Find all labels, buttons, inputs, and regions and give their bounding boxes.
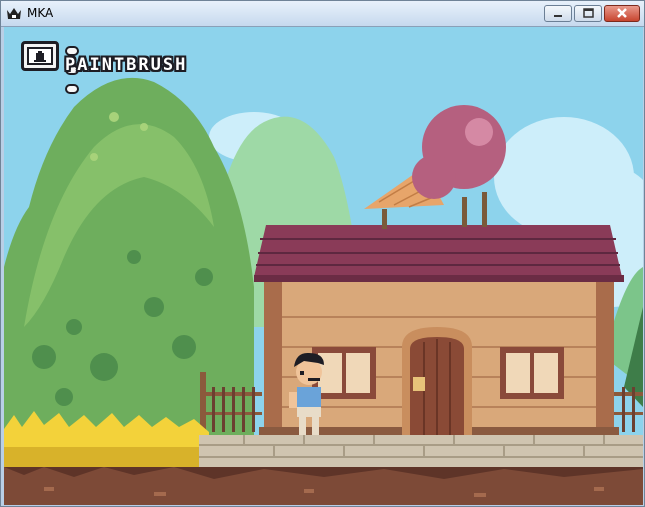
crown-icon [7, 8, 21, 19]
close-icon [617, 8, 627, 18]
game-scene [4, 27, 643, 505]
charge-dot [65, 84, 79, 94]
title-bar[interactable]: MKA [1, 1, 644, 27]
minimize-icon [554, 15, 562, 17]
close-button[interactable] [604, 5, 640, 22]
current-tool-frame[interactable] [21, 41, 59, 71]
game-viewport[interactable]: PAINTBRUSH [4, 27, 643, 505]
shop-door[interactable] [402, 327, 472, 437]
stone-path [199, 435, 643, 469]
soil [4, 467, 643, 505]
window-title: MKA [27, 6, 54, 20]
maximize-button[interactable] [574, 5, 602, 22]
paint-bucket-icon [27, 47, 53, 65]
window-right [500, 347, 564, 399]
maximize-icon [583, 8, 594, 18]
game-window: MKA PAINTBRUSH [0, 0, 645, 507]
minimize-button[interactable] [544, 5, 572, 22]
tool-name: PAINTBRUSH [65, 55, 188, 75]
